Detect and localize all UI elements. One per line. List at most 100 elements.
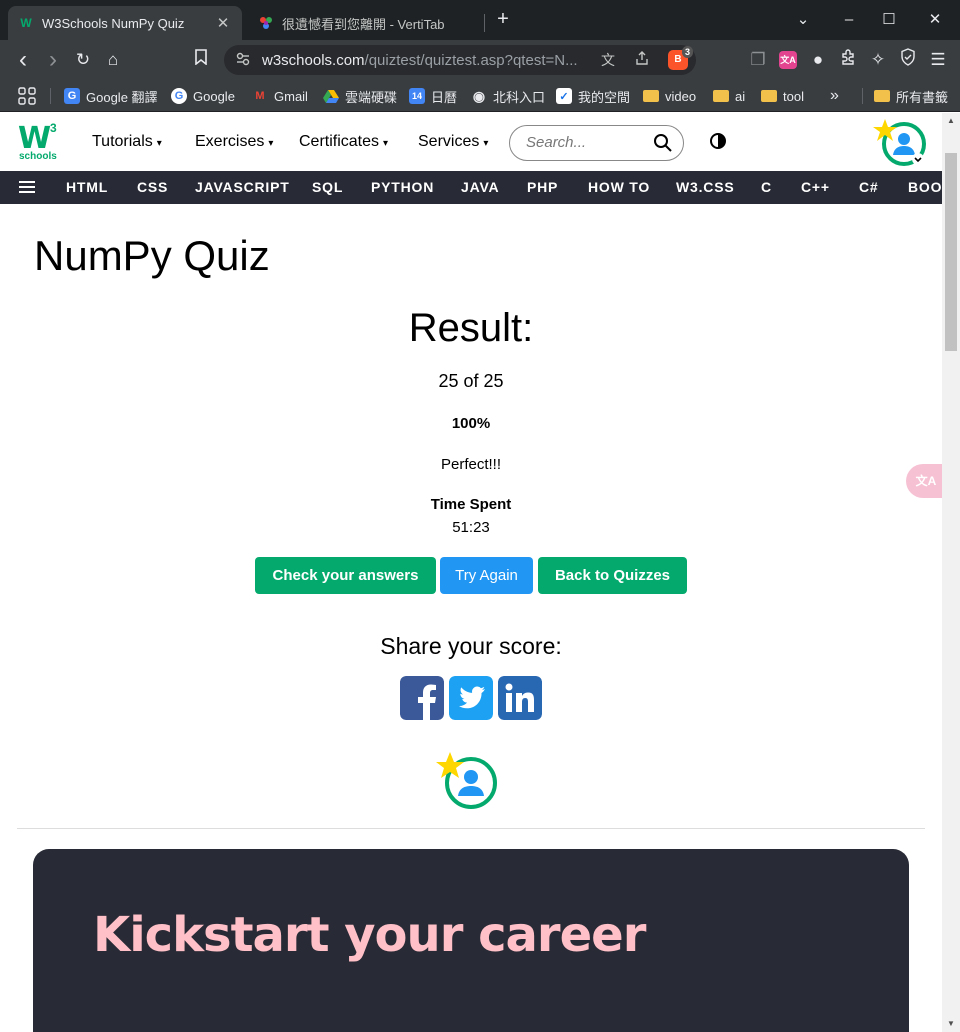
bookmark-my-space[interactable]: ✓ 我的空間 [556, 86, 630, 106]
caret-down-icon: ▾ [268, 138, 274, 149]
back-to-quizzes-button[interactable]: Back to Quizzes [538, 557, 687, 594]
bookmark-google-drive[interactable]: 雲端硬碟 [323, 86, 397, 106]
cookie-extension-icon[interactable]: ● [806, 48, 830, 72]
site-header: W 3 schools Tutorials ▾ Exercises ▾ Certif… [0, 113, 942, 171]
user-avatar-star-icon[interactable] [432, 750, 502, 812]
reload-button[interactable]: ↻ [71, 48, 95, 72]
translate-extension-icon[interactable]: 文A [776, 48, 800, 72]
try-again-button[interactable]: Try Again [440, 557, 533, 594]
caret-down-icon: ▾ [483, 138, 489, 149]
scrollbar-thumb[interactable] [945, 153, 957, 351]
topnav-c[interactable]: C [761, 179, 772, 195]
share-icon[interactable] [632, 50, 652, 70]
menu-icon[interactable]: ☰ [926, 48, 950, 72]
close-window-button[interactable]: ✕ [922, 8, 948, 32]
topnav-php[interactable]: PHP [527, 179, 558, 195]
topnav-html[interactable]: HTML [66, 179, 108, 195]
topnav-javascript[interactable]: JAVASCRIPT [195, 179, 290, 195]
browser-toolbar: ‹ › ↻ ⌂ w3schools.com/quiztest/quiztest.… [0, 40, 960, 80]
folder-icon [874, 90, 890, 102]
bookmark-folder-video[interactable]: video [643, 86, 696, 106]
hamburger-menu-icon[interactable] [19, 181, 35, 193]
menu-services[interactable]: Services ▾ [418, 133, 488, 151]
bookmarks-separator [862, 88, 863, 104]
ai-sparkle-icon[interactable]: ✧ [866, 48, 890, 72]
share-heading: Share your score: [380, 633, 562, 659]
folder-icon [761, 90, 777, 102]
career-banner: Kickstart your career [33, 849, 909, 1032]
scroll-up-arrow-icon[interactable]: ▲ [942, 113, 960, 129]
tab-close-icon[interactable]: ✕ [214, 14, 232, 32]
url-text[interactable]: w3schools.com/quiztest/quiztest.asp?qtes… [262, 52, 592, 69]
new-tab-button[interactable]: + [492, 8, 514, 32]
bookmark-folder-tool[interactable]: tool [761, 86, 804, 106]
back-button[interactable]: ‹ [11, 48, 35, 72]
facebook-icon[interactable] [400, 676, 444, 720]
topnav-sql[interactable]: SQL [312, 179, 343, 195]
gmail-icon: M [255, 90, 265, 102]
tab-separator [484, 14, 485, 32]
topnav-python[interactable]: PYTHON [371, 179, 434, 195]
menu-certificates[interactable]: Certificates ▾ [299, 133, 388, 151]
section-divider [17, 828, 925, 829]
bookmark-ntut-portal[interactable]: ◉ 北科入口 [471, 86, 545, 106]
address-bar[interactable]: w3schools.com/quiztest/quiztest.asp?qtes… [224, 45, 696, 75]
topnav-bootstrap[interactable]: BOOTSTRAP [908, 179, 942, 195]
menu-tutorials[interactable]: Tutorials ▾ [92, 133, 162, 151]
linkedin-icon[interactable] [498, 676, 542, 720]
search-box [509, 125, 684, 161]
bookmark-gmail[interactable]: M Gmail [252, 86, 308, 106]
floating-translate-icon[interactable]: 文A [906, 464, 946, 498]
caret-down-icon: ▾ [383, 138, 389, 149]
google-icon: G [171, 88, 187, 104]
vertitab-favicon-icon [258, 15, 274, 31]
bookmark-google[interactable]: G Google [171, 86, 235, 106]
topnav-cpp[interactable]: C++ [801, 179, 830, 195]
bookmark-calendar[interactable]: 14 日曆 [409, 86, 457, 106]
menu-exercises[interactable]: Exercises ▾ [195, 133, 273, 151]
score-text: 25 of 25 [438, 371, 504, 391]
scroll-down-arrow-icon[interactable]: ▼ [942, 1016, 960, 1032]
twitter-icon[interactable] [449, 676, 493, 720]
minimize-button[interactable]: – [836, 8, 862, 32]
bookmark-folder-ai[interactable]: ai [713, 86, 745, 106]
time-spent-label: Time Spent [430, 496, 512, 513]
topnav-w3css[interactable]: W3.CSS [676, 179, 734, 195]
w3schools-logo[interactable]: W 3 schools [18, 121, 60, 163]
calendar-icon: 14 [409, 88, 425, 104]
result-message: Perfect!!! [440, 456, 502, 473]
google-translate-icon: G [64, 88, 80, 104]
tab-vertitab[interactable]: 很遺憾看到您離開 - VertiTab [250, 6, 484, 40]
check-answers-button[interactable]: Check your answers [255, 557, 436, 594]
maximize-button[interactable]: ☐ [876, 8, 902, 32]
search-icon[interactable] [653, 133, 673, 153]
topnav-csharp[interactable]: C# [859, 179, 879, 195]
vpn-shield-icon[interactable] [896, 48, 920, 72]
bookmark-google-translate[interactable]: G Google 翻譯 [64, 86, 158, 106]
tab-w3schools-quiz[interactable]: W W3Schools NumPy Quiz ✕ [8, 6, 242, 40]
dark-mode-toggle-icon[interactable] [710, 133, 726, 149]
bookmarks-bar: G Google 翻譯 G Google M Gmail 雲端硬碟 14 日曆 ◉ 北科入… [0, 80, 960, 112]
topnav-css[interactable]: CSS [137, 179, 168, 195]
search-input[interactable] [526, 134, 646, 151]
time-spent-value: 51:23 [452, 519, 490, 536]
page-scrollbar[interactable]: ▲ ▼ [942, 113, 960, 1032]
bookmark-icon[interactable] [189, 48, 213, 72]
bookmark-all-bookmarks[interactable]: 所有書籤 [874, 86, 948, 106]
topnav-howto[interactable]: HOW TO [588, 179, 650, 195]
forward-button[interactable]: › [41, 48, 65, 72]
topnav-java[interactable]: JAVA [461, 179, 499, 195]
brave-shields-icon[interactable]: B3 [668, 46, 693, 70]
topic-nav-bar: HTML CSS JAVASCRIPT SQL PYTHON JAVA PHP … [0, 171, 942, 204]
extension-icon[interactable]: ❐ [746, 48, 770, 72]
site-settings-icon[interactable] [234, 51, 252, 69]
bookmarks-overflow-icon[interactable]: » [830, 86, 839, 106]
apps-icon[interactable] [18, 86, 36, 106]
tab-search-dropdown-icon[interactable]: ⌄ [790, 8, 816, 32]
browser-tab-bar: W W3Schools NumPy Quiz ✕ 很遺憾看到您離開 - Vert… [0, 0, 960, 40]
extensions-puzzle-icon[interactable] [836, 48, 860, 72]
translate-page-icon[interactable]: 文 [598, 50, 618, 70]
caret-down-icon: ▾ [156, 138, 162, 149]
user-profile-icon[interactable] [872, 117, 928, 169]
home-button[interactable]: ⌂ [101, 48, 125, 72]
